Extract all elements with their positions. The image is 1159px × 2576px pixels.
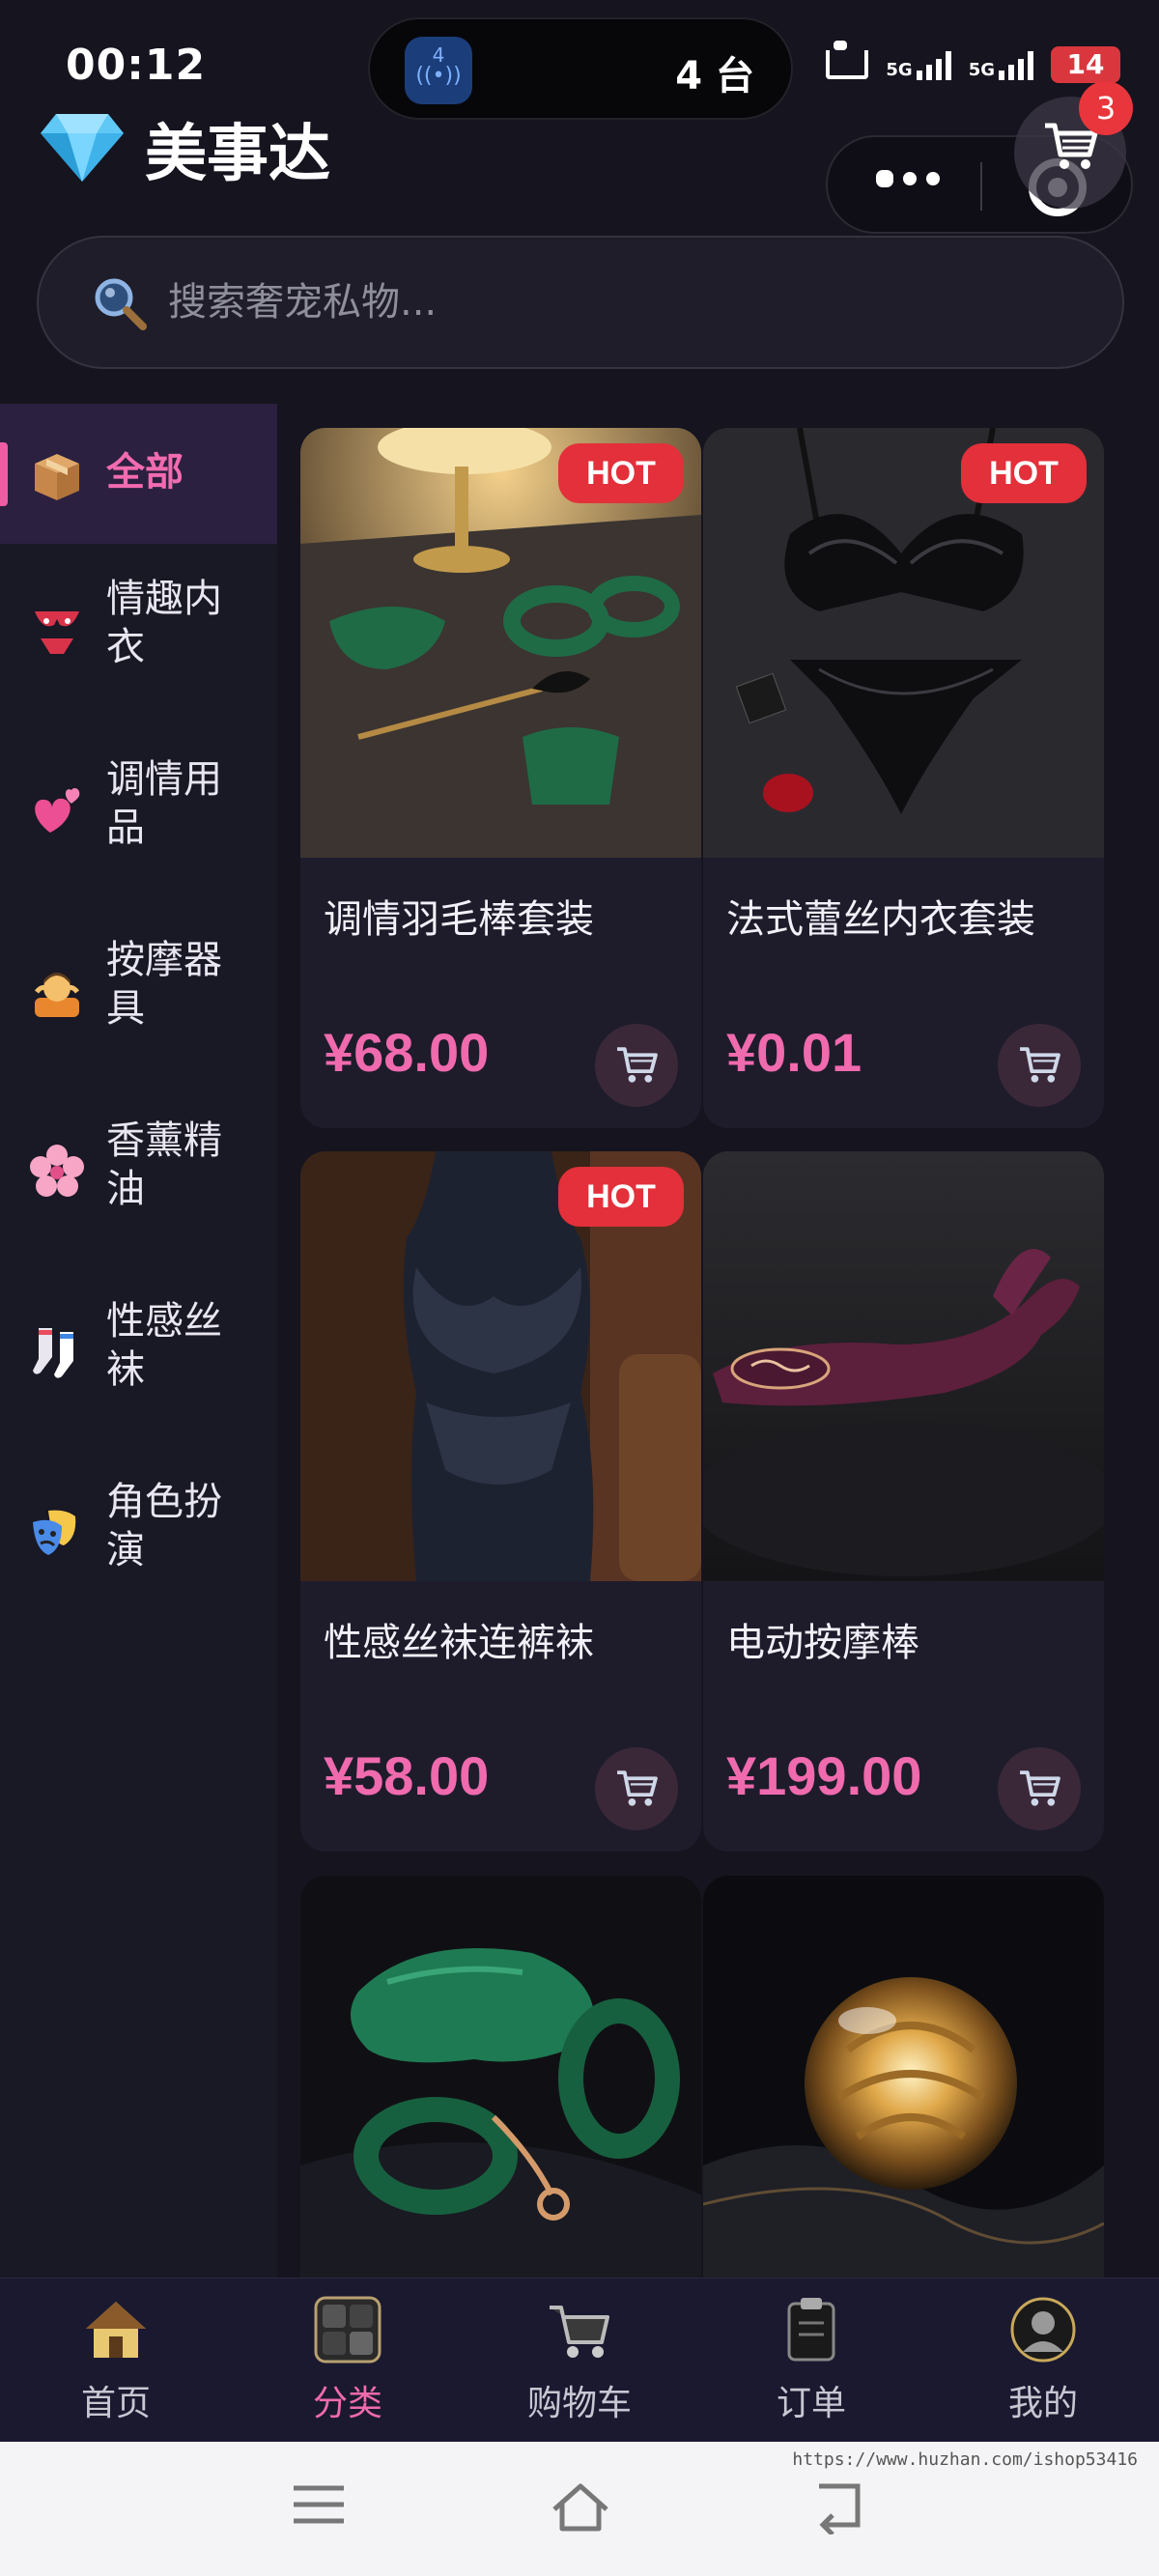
signal-icon: 5G (886, 49, 951, 80)
status-indicators: 5G 5G 14 (826, 41, 1120, 83)
product-image (703, 1151, 1104, 1581)
home-nav-icon[interactable] (549, 2480, 616, 2538)
category-item-flirting[interactable]: 调情用品 (0, 724, 277, 864)
tab-label: 我的 (1007, 2384, 1078, 2423)
search-input[interactable] (168, 267, 1037, 338)
add-to-cart-button[interactable] (595, 1024, 678, 1107)
two-hearts-icon (29, 782, 85, 838)
product-image (703, 1876, 1104, 2281)
cart-count-badge: 3 (1079, 81, 1133, 135)
cherry-blossom-icon (29, 1144, 85, 1200)
product-card[interactable] (703, 1876, 1104, 2281)
sleep-mode-icon (826, 41, 869, 79)
product-card[interactable] (300, 1876, 701, 2281)
bottom-tab-bar: 首页 分类 购物车 订单 我的 (0, 2278, 1159, 2442)
category-label: 性感丝袜 (106, 1299, 222, 1392)
category-item-stockings[interactable]: 性感丝袜 (0, 1266, 277, 1406)
home-icon (82, 2296, 150, 2364)
product-name: 性感丝袜连裤袜 (324, 1621, 594, 1665)
category-item-massage[interactable]: 按摩器具 (0, 905, 277, 1045)
status-time: 00:12 (66, 41, 207, 90)
product-card[interactable]: 电动按摩棒 ¥199.00 (703, 1151, 1104, 1852)
signal-icon: 5G (969, 49, 1033, 80)
island-text: 4 台 (675, 54, 754, 99)
app-title: 美事达 (145, 119, 330, 190)
category-label: 全部 (106, 450, 184, 495)
hot-badge: HOT (558, 1167, 684, 1227)
capsule-divider (980, 162, 982, 211)
cart-icon (617, 1047, 658, 1083)
search-icon (95, 278, 147, 330)
search-bar[interactable] (37, 236, 1124, 369)
product-price: ¥68.00 (324, 1022, 490, 1083)
box-icon (29, 448, 85, 504)
grid-icon (314, 2296, 382, 2364)
product-card[interactable]: HOT 性感丝袜连裤袜 ¥58.00 (300, 1151, 701, 1852)
category-label: 香薰精油 (106, 1118, 222, 1211)
product-name: 法式蕾丝内衣套装 (726, 897, 1035, 942)
bikini-icon (29, 602, 85, 658)
product-price: ¥0.01 (726, 1022, 862, 1083)
add-to-cart-button[interactable] (998, 1024, 1081, 1107)
tab-label: 订单 (776, 2384, 846, 2423)
menu-icon[interactable] (290, 2480, 357, 2538)
dynamic-island[interactable]: 4 ((•)) 4 台 (368, 17, 793, 120)
cart-icon (1020, 1047, 1060, 1083)
category-label: 情趣内衣 (106, 577, 222, 669)
category-label: 按摩器具 (106, 938, 222, 1031)
broadcast-icon: 4 ((•)) (405, 37, 472, 104)
socks-icon (29, 1324, 85, 1380)
tab-cart[interactable]: 购物车 (512, 2296, 647, 2441)
shopping-cart-icon (546, 2296, 613, 2364)
tab-home[interactable]: 首页 (48, 2296, 184, 2441)
product-name: 电动按摩棒 (726, 1621, 919, 1665)
product-name: 调情羽毛棒套装 (324, 897, 594, 942)
category-sidebar: 全部 情趣内衣 调情用品 按摩器具 香薰精油 性感丝袜 角色扮演 (0, 404, 277, 2278)
tab-label: 购物车 (526, 2384, 632, 2423)
battery-icon: 14 (1051, 46, 1120, 83)
category-label: 调情用品 (106, 757, 222, 850)
hot-badge: HOT (961, 443, 1087, 503)
diamond-icon (39, 106, 126, 184)
more-icon[interactable] (876, 170, 940, 187)
tab-category[interactable]: 分类 (280, 2296, 415, 2441)
cart-icon (1020, 1770, 1060, 1806)
category-label: 角色扮演 (106, 1480, 222, 1572)
product-card[interactable]: HOT 调情羽毛棒套装 ¥68.00 (300, 428, 701, 1128)
status-bar: 00:12 4 ((•)) 4 台 5G 5G 14 (0, 0, 1159, 120)
hot-badge: HOT (558, 443, 684, 503)
category-item-roleplay[interactable]: 角色扮演 (0, 1447, 277, 1587)
add-to-cart-button[interactable] (998, 1747, 1081, 1830)
tab-profile[interactable]: 我的 (975, 2296, 1111, 2441)
masks-icon (29, 1505, 85, 1561)
watermark: https://www.huzhan.com/ishop53416 (792, 2449, 1138, 2470)
profile-icon (1009, 2296, 1077, 2364)
product-price: ¥199.00 (726, 1745, 922, 1806)
tab-label: 分类 (312, 2384, 382, 2423)
cart-icon (617, 1770, 658, 1806)
category-item-aroma[interactable]: 香薰精油 (0, 1086, 277, 1226)
category-item-all[interactable]: 全部 (0, 404, 277, 544)
back-icon[interactable] (809, 2480, 877, 2538)
product-price: ¥58.00 (324, 1745, 490, 1806)
product-image (300, 1876, 701, 2281)
category-item-lingerie[interactable]: 情趣内衣 (0, 544, 277, 684)
massage-icon (29, 963, 85, 1019)
product-card[interactable]: HOT 法式蕾丝内衣套装 ¥0.01 (703, 428, 1104, 1128)
tab-orders[interactable]: 订单 (744, 2296, 879, 2441)
clipboard-icon (777, 2296, 845, 2364)
tab-label: 首页 (80, 2384, 151, 2423)
add-to-cart-button[interactable] (595, 1747, 678, 1830)
